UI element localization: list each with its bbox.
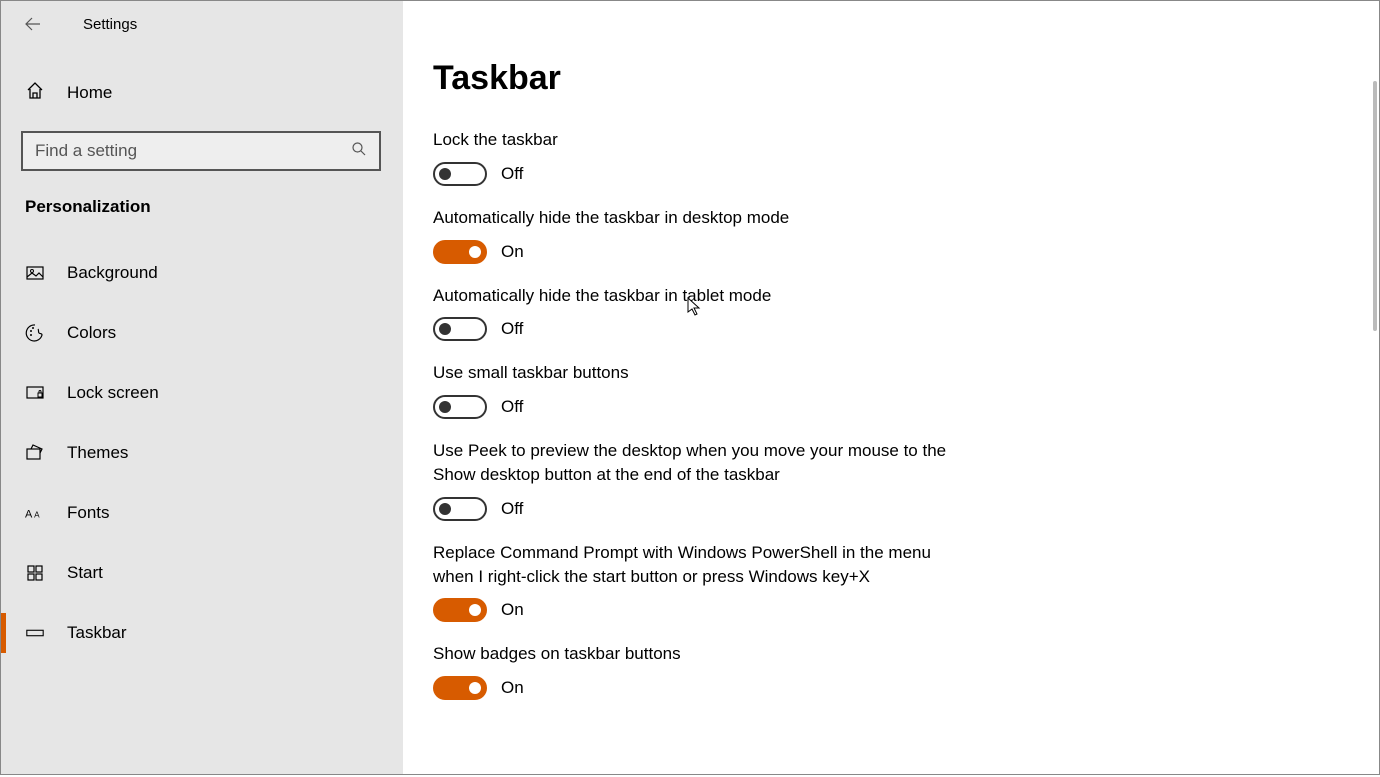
toggle-knob bbox=[439, 168, 451, 180]
svg-text:A: A bbox=[34, 511, 40, 520]
toggle-row: Off bbox=[433, 497, 973, 521]
nav-item-colors[interactable]: Colors bbox=[1, 303, 403, 363]
toggle-switch[interactable] bbox=[433, 497, 487, 521]
content-area: Taskbar Lock the taskbar Off Automatically… bbox=[403, 1, 1379, 774]
toggle-row: On bbox=[433, 598, 973, 622]
toggle-state-label: On bbox=[501, 600, 524, 620]
toggle-state-label: Off bbox=[501, 499, 523, 519]
home-label: Home bbox=[67, 83, 112, 103]
toggle-row: On bbox=[433, 676, 973, 700]
toggle-state-label: Off bbox=[501, 397, 523, 417]
setting-item: Use Peek to preview the desktop when you… bbox=[433, 439, 973, 521]
nav-label: Themes bbox=[67, 443, 128, 463]
toggle-knob bbox=[439, 323, 451, 335]
toggle-knob bbox=[469, 604, 481, 616]
setting-item: Lock the taskbar Off bbox=[433, 128, 973, 186]
page-title: Taskbar bbox=[433, 59, 1379, 98]
setting-item: Show badges on taskbar buttons On bbox=[433, 642, 973, 700]
nav-item-themes[interactable]: Themes bbox=[1, 423, 403, 483]
back-arrow-icon bbox=[24, 15, 42, 33]
setting-item: Replace Command Prompt with Windows Powe… bbox=[433, 541, 973, 623]
palette-icon bbox=[25, 323, 45, 343]
toggle-knob bbox=[469, 246, 481, 258]
toggle-switch[interactable] bbox=[433, 598, 487, 622]
search-icon bbox=[351, 141, 367, 162]
toggle-row: Off bbox=[433, 395, 973, 419]
toggle-switch[interactable] bbox=[433, 395, 487, 419]
header: Settings bbox=[1, 1, 403, 47]
nav-item-background[interactable]: Background bbox=[1, 243, 403, 303]
toggle-switch[interactable] bbox=[433, 317, 487, 341]
search-container bbox=[1, 131, 403, 171]
nav-label: Lock screen bbox=[67, 383, 159, 403]
setting-label: Show badges on taskbar buttons bbox=[433, 642, 973, 666]
nav-label: Taskbar bbox=[67, 623, 127, 643]
setting-item: Use small taskbar buttons Off bbox=[433, 361, 973, 419]
toggle-state-label: On bbox=[501, 678, 524, 698]
scrollbar[interactable] bbox=[1373, 81, 1377, 331]
nav-item-fonts[interactable]: AA Fonts bbox=[1, 483, 403, 543]
toggle-knob bbox=[439, 401, 451, 413]
start-icon bbox=[25, 563, 45, 583]
toggle-switch[interactable] bbox=[433, 676, 487, 700]
setting-label: Lock the taskbar bbox=[433, 128, 973, 152]
toggle-knob bbox=[469, 682, 481, 694]
nav-home[interactable]: Home bbox=[1, 67, 403, 119]
toggle-knob bbox=[439, 503, 451, 515]
settings-window: Settings Home Personalization Background bbox=[0, 0, 1380, 775]
toggle-state-label: Off bbox=[501, 164, 523, 184]
search-box[interactable] bbox=[21, 131, 381, 171]
toggle-switch[interactable] bbox=[433, 240, 487, 264]
search-input[interactable] bbox=[35, 141, 351, 161]
toggle-row: On bbox=[433, 240, 973, 264]
settings-list: Lock the taskbar Off Automatically hide th… bbox=[433, 128, 1379, 700]
nav-label: Fonts bbox=[67, 503, 110, 523]
nav-item-taskbar[interactable]: Taskbar bbox=[1, 603, 403, 663]
toggle-state-label: Off bbox=[501, 319, 523, 339]
back-button[interactable] bbox=[23, 14, 43, 34]
setting-label: Replace Command Prompt with Windows Powe… bbox=[433, 541, 973, 589]
section-title: Personalization bbox=[1, 171, 403, 229]
setting-item: Automatically hide the taskbar in deskto… bbox=[433, 206, 973, 264]
toggle-switch[interactable] bbox=[433, 162, 487, 186]
nav-list: Background Colors Lock screen Themes AA … bbox=[1, 243, 403, 663]
app-title: Settings bbox=[83, 16, 137, 33]
themes-icon bbox=[25, 443, 45, 463]
setting-label: Automatically hide the taskbar in deskto… bbox=[433, 206, 973, 230]
lock-screen-icon bbox=[25, 383, 45, 403]
toggle-state-label: On bbox=[501, 242, 524, 262]
nav-item-lock-screen[interactable]: Lock screen bbox=[1, 363, 403, 423]
setting-item: Automatically hide the taskbar in tablet… bbox=[433, 284, 973, 342]
picture-icon bbox=[25, 263, 45, 283]
nav-item-start[interactable]: Start bbox=[1, 543, 403, 603]
nav-label: Background bbox=[67, 263, 158, 283]
toggle-row: Off bbox=[433, 162, 973, 186]
toggle-row: Off bbox=[433, 317, 973, 341]
nav-label: Colors bbox=[67, 323, 116, 343]
setting-label: Automatically hide the taskbar in tablet… bbox=[433, 284, 973, 308]
taskbar-icon bbox=[25, 623, 45, 643]
setting-label: Use Peek to preview the desktop when you… bbox=[433, 439, 973, 487]
svg-text:A: A bbox=[25, 509, 33, 521]
setting-label: Use small taskbar buttons bbox=[433, 361, 973, 385]
sidebar: Settings Home Personalization Background bbox=[1, 1, 403, 774]
nav-label: Start bbox=[67, 563, 103, 583]
home-icon bbox=[25, 81, 45, 106]
fonts-icon: AA bbox=[25, 503, 45, 523]
